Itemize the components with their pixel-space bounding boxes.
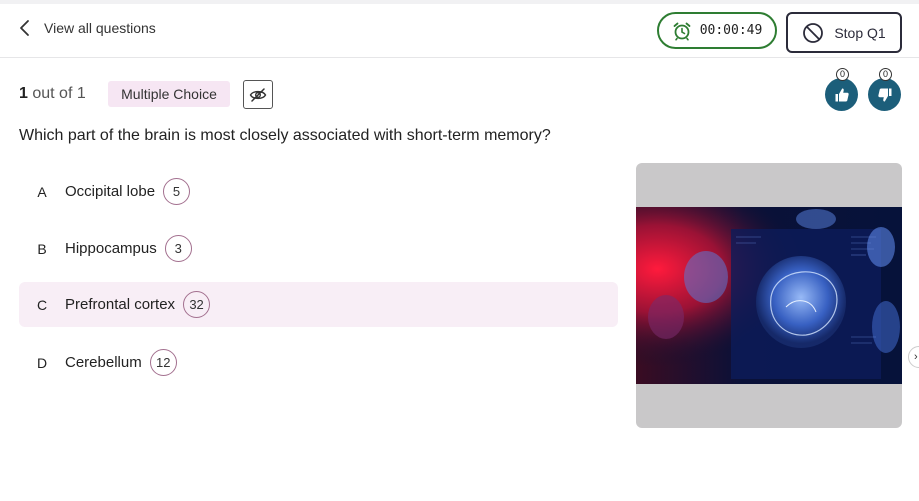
like-button[interactable]	[825, 78, 858, 111]
question-counter: 1 out of 1	[19, 85, 86, 103]
dislike-button[interactable]	[868, 78, 901, 111]
like-count: 0	[836, 68, 849, 81]
option-vote-count: 32	[183, 291, 211, 318]
option-text: Occipital lobe	[65, 183, 156, 200]
no-entry-icon	[803, 22, 824, 43]
option-vote-count: 3	[164, 235, 192, 262]
chevron-left-icon	[20, 20, 29, 36]
brain-scan-image	[636, 207, 902, 384]
question-type-badge: Multiple Choice	[108, 81, 230, 107]
chevron-right-icon[interactable]: ›	[908, 346, 919, 368]
hide-results-button[interactable]	[243, 80, 273, 109]
stop-question-button[interactable]: Stop Q1	[786, 12, 902, 53]
view-all-questions-link[interactable]: View all questions	[18, 18, 156, 38]
option-d[interactable]: D Cerebellum 12	[19, 340, 618, 385]
stop-label: Stop Q1	[834, 24, 886, 41]
dislike-count: 0	[879, 68, 892, 81]
question-image	[636, 163, 902, 428]
question-total: out of 1	[32, 85, 86, 102]
option-text: Hippocampus	[65, 240, 157, 257]
alarm-clock-icon	[673, 22, 691, 41]
option-letter: B	[37, 240, 47, 257]
top-bar: View all questions 00:00:49 Stop Q1	[0, 0, 919, 58]
option-vote-count: 12	[149, 349, 177, 376]
option-letter: C	[36, 296, 48, 313]
dislike-reaction: 0	[868, 68, 902, 112]
timer: 00:00:49	[657, 12, 777, 49]
option-letter: A	[37, 183, 47, 200]
eye-slash-icon	[249, 87, 267, 102]
like-reaction: 0	[825, 68, 859, 112]
back-label: View all questions	[44, 20, 156, 36]
question-text: Which part of the brain is most closely …	[19, 127, 551, 144]
thumbs-down-icon	[877, 88, 891, 101]
option-text: Prefrontal cortex	[65, 296, 176, 313]
thumbs-up-icon	[835, 88, 849, 101]
option-letter: D	[36, 354, 48, 371]
option-b[interactable]: B Hippocampus 3	[19, 226, 618, 271]
option-text: Cerebellum	[65, 354, 142, 371]
option-vote-count: 5	[163, 178, 191, 205]
current-question-number: 1	[19, 85, 28, 102]
option-c[interactable]: C Prefrontal cortex 32	[19, 282, 618, 327]
option-a[interactable]: A Occipital lobe 5	[19, 169, 618, 214]
timer-value: 00:00:49	[699, 23, 763, 38]
